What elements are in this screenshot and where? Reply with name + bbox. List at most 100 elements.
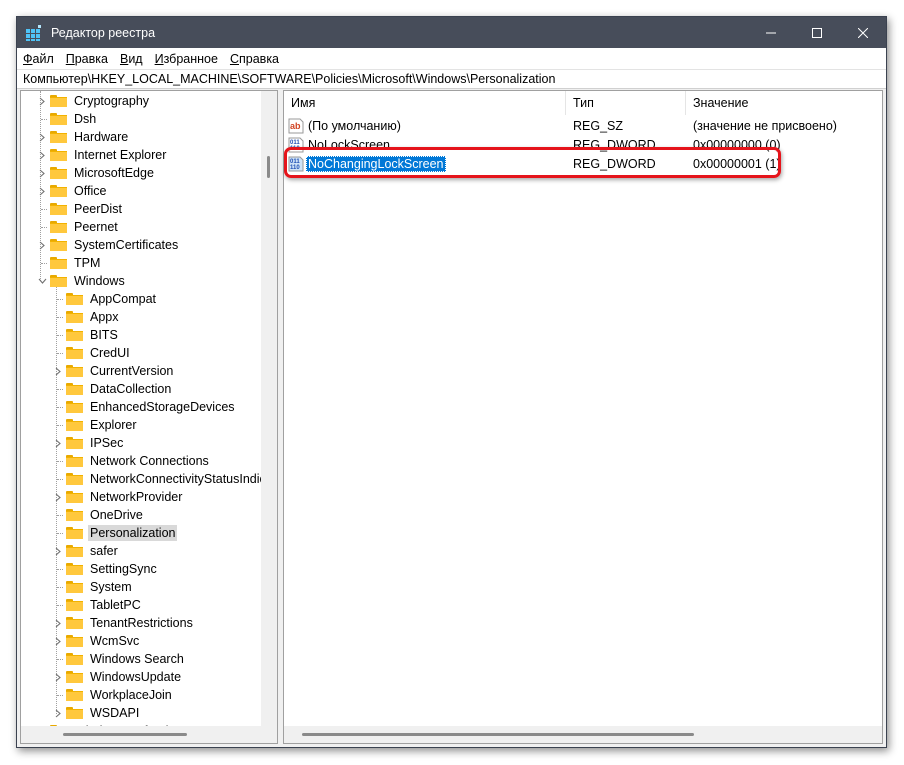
column-header-type[interactable]: Тип bbox=[566, 91, 686, 115]
value-row[interactable]: 011 110 NoLockScreen REG_DWORD 0x00000000 (0… bbox=[284, 135, 882, 154]
value-name[interactable]: (По умолчанию) bbox=[306, 118, 403, 134]
tree-item[interactable]: Network Connections bbox=[53, 452, 211, 470]
list-horizontal-scroll-thumb[interactable] bbox=[302, 733, 694, 736]
tree-item[interactable]: TenantRestrictions bbox=[53, 614, 195, 632]
tree-item[interactable]: Hardware bbox=[37, 128, 130, 146]
tree-vertical-scrollbar[interactable] bbox=[261, 91, 277, 726]
tree-item-label[interactable]: Cryptography bbox=[72, 93, 151, 109]
tree-item[interactable]: BITS bbox=[53, 326, 120, 344]
tree-item[interactable]: Explorer bbox=[53, 416, 139, 434]
tree-item[interactable]: SettingSync bbox=[53, 560, 159, 578]
tree-item-label[interactable]: TPM bbox=[72, 255, 102, 271]
tree-item-label[interactable]: Peernet bbox=[72, 219, 120, 235]
value-name-cell[interactable]: 011 110 NoChangingLockScreen bbox=[284, 155, 566, 172]
tree-item[interactable]: Windows bbox=[37, 272, 127, 290]
tree-item-label[interactable]: Dsh bbox=[72, 111, 98, 127]
tree-item[interactable]: Dsh bbox=[37, 110, 98, 128]
chevron-right-icon[interactable] bbox=[53, 362, 63, 380]
chevron-right-icon[interactable] bbox=[53, 668, 63, 686]
tree-vertical-scroll-thumb[interactable] bbox=[267, 156, 270, 178]
chevron-right-icon[interactable] bbox=[53, 434, 63, 452]
tree-item[interactable]: NetworkProvider bbox=[53, 488, 184, 506]
tree-item[interactable]: Peernet bbox=[37, 218, 120, 236]
tree-item[interactable]: WcmSvc bbox=[53, 632, 141, 650]
tree-item-label[interactable]: WSDAPI bbox=[88, 705, 141, 721]
tree-item[interactable]: PeerDist bbox=[37, 200, 124, 218]
menu-item-1[interactable]: Правка bbox=[66, 52, 108, 66]
tree-item-label[interactable]: AppCompat bbox=[88, 291, 158, 307]
tree-item[interactable]: SystemCertificates bbox=[37, 236, 180, 254]
list-horizontal-scrollbar[interactable] bbox=[284, 726, 882, 743]
chevron-right-icon[interactable] bbox=[53, 704, 63, 722]
value-row[interactable]: 011 110 NoChangingLockScreen REG_DWORD 0x000… bbox=[284, 154, 882, 173]
menu-item-0[interactable]: Файл bbox=[23, 52, 54, 66]
chevron-right-icon[interactable] bbox=[53, 632, 63, 650]
tree-item[interactable]: WindowsUpdate bbox=[53, 668, 183, 686]
tree-item[interactable]: TPM bbox=[37, 254, 102, 272]
value-row[interactable]: ab (По умолчанию) REG_SZ (значение не присв… bbox=[284, 116, 882, 135]
tree-item[interactable]: CredUI bbox=[53, 344, 132, 362]
tree-item-label[interactable]: Office bbox=[72, 183, 108, 199]
tree-item-label[interactable]: Hardware bbox=[72, 129, 130, 145]
chevron-right-icon[interactable] bbox=[37, 146, 47, 164]
chevron-right-icon[interactable] bbox=[53, 488, 63, 506]
tree-item-label[interactable]: BITS bbox=[88, 327, 120, 343]
tree-item-label[interactable]: IPSec bbox=[88, 435, 125, 451]
tree-item[interactable]: WorkplaceJoin bbox=[53, 686, 174, 704]
tree-item[interactable]: WSDAPI bbox=[53, 704, 141, 722]
menu-item-4[interactable]: Справка bbox=[230, 52, 279, 66]
tree-item[interactable]: Appx bbox=[53, 308, 121, 326]
tree-item[interactable]: Office bbox=[37, 182, 108, 200]
tree-item[interactable]: CurrentVersion bbox=[53, 362, 175, 380]
tree-item-label[interactable]: WindowsUpdate bbox=[88, 669, 183, 685]
tree-item-label[interactable]: Windows bbox=[72, 273, 127, 289]
chevron-right-icon[interactable] bbox=[53, 614, 63, 632]
tree-item[interactable]: Internet Explorer bbox=[37, 146, 168, 164]
tree-item-label[interactable]: TabletPC bbox=[88, 597, 143, 613]
title-bar[interactable]: Редактор реестра bbox=[17, 17, 886, 48]
tree-item[interactable]: TabletPC bbox=[53, 596, 143, 614]
column-header-value[interactable]: Значение bbox=[686, 91, 882, 115]
tree-item[interactable]: OneDrive bbox=[53, 506, 145, 524]
tree-item[interactable]: MicrosoftEdge bbox=[37, 164, 156, 182]
tree-item[interactable]: safer bbox=[53, 542, 120, 560]
tree-item-label[interactable]: Personalization bbox=[88, 525, 178, 541]
tree-item-label[interactable]: System bbox=[88, 579, 134, 595]
chevron-right-icon[interactable] bbox=[37, 164, 47, 182]
tree-horizontal-scrollbar[interactable] bbox=[21, 726, 277, 743]
menu-item-3[interactable]: Избранное bbox=[155, 52, 218, 66]
tree-item-label[interactable]: Windows Search bbox=[88, 651, 186, 667]
tree-item[interactable]: EnhancedStorageDevices bbox=[53, 398, 237, 416]
tree-item[interactable]: System bbox=[53, 578, 134, 596]
chevron-right-icon[interactable] bbox=[37, 182, 47, 200]
tree-item-label[interactable]: OneDrive bbox=[88, 507, 145, 523]
column-header-name[interactable]: Имя bbox=[284, 91, 566, 115]
tree-item-label[interactable]: WcmSvc bbox=[88, 633, 141, 649]
tree-item-label[interactable]: NetworkProvider bbox=[88, 489, 184, 505]
tree-item-label[interactable]: safer bbox=[88, 543, 120, 559]
tree-item[interactable]: NetworkConnectivityStatusIndicator bbox=[53, 470, 263, 488]
tree-item[interactable]: AppCompat bbox=[53, 290, 158, 308]
tree-item[interactable]: Windows Search bbox=[53, 650, 186, 668]
tree-item[interactable]: IPSec bbox=[53, 434, 125, 452]
value-name[interactable]: NoLockScreen bbox=[306, 137, 392, 153]
tree-item-label[interactable]: SystemCertificates bbox=[72, 237, 180, 253]
address-path[interactable]: Компьютер\HKEY_LOCAL_MACHINE\SOFTWARE\Po… bbox=[23, 72, 555, 86]
tree-item[interactable]: Personalization bbox=[53, 524, 178, 542]
tree-item-label[interactable]: Network Connections bbox=[88, 453, 211, 469]
value-name-cell[interactable]: 011 110 NoLockScreen bbox=[284, 137, 566, 153]
chevron-right-icon[interactable] bbox=[37, 128, 47, 146]
chevron-right-icon[interactable] bbox=[37, 92, 47, 110]
chevron-right-icon[interactable] bbox=[53, 542, 63, 560]
chevron-right-icon[interactable] bbox=[37, 236, 47, 254]
minimize-button[interactable] bbox=[748, 17, 794, 48]
tree-item-label[interactable]: CurrentVersion bbox=[88, 363, 175, 379]
tree-item-label[interactable]: PeerDist bbox=[72, 201, 124, 217]
tree-item-label[interactable]: EnhancedStorageDevices bbox=[88, 399, 237, 415]
close-button[interactable] bbox=[840, 17, 886, 48]
value-name[interactable]: NoChangingLockScreen bbox=[306, 155, 446, 172]
tree-item-label[interactable]: WorkplaceJoin bbox=[88, 687, 174, 703]
tree-item-label[interactable]: CredUI bbox=[88, 345, 132, 361]
tree-horizontal-scroll-thumb[interactable] bbox=[63, 733, 187, 736]
tree-item[interactable]: DataCollection bbox=[53, 380, 173, 398]
